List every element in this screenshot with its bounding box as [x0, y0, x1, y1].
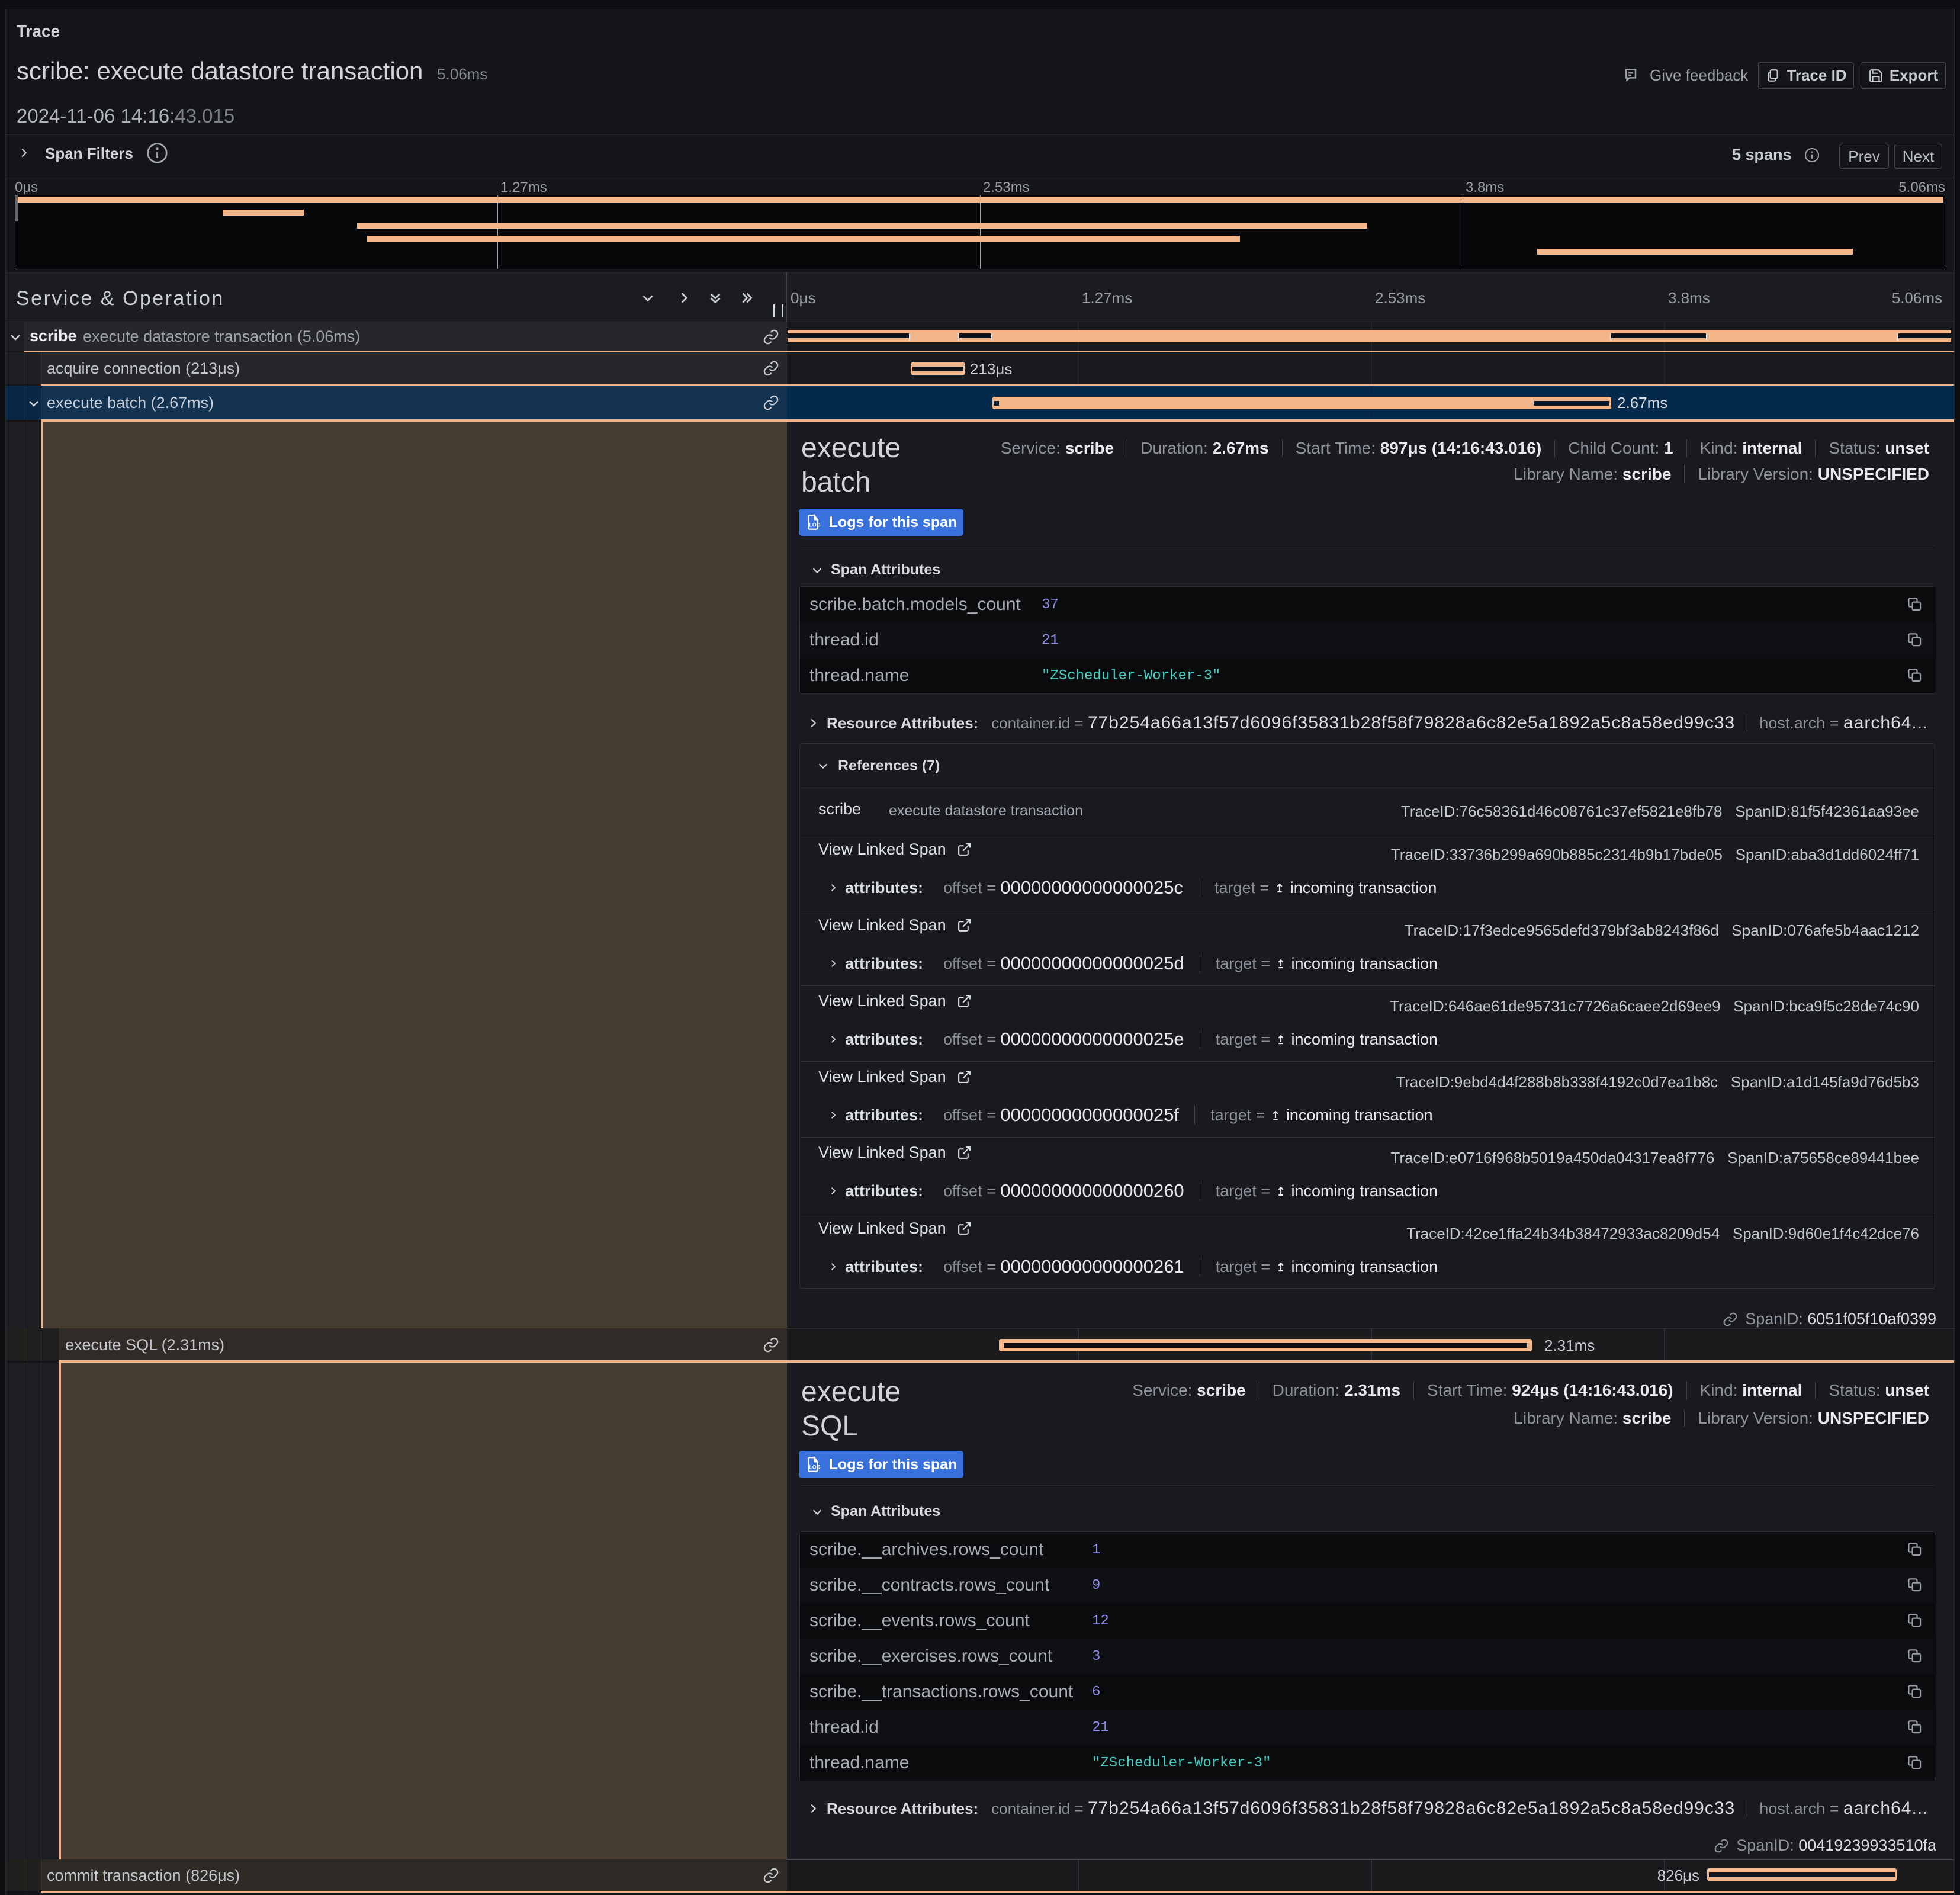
svg-text:LOG: LOG	[809, 522, 820, 528]
svg-text:LOG: LOG	[809, 1464, 820, 1470]
